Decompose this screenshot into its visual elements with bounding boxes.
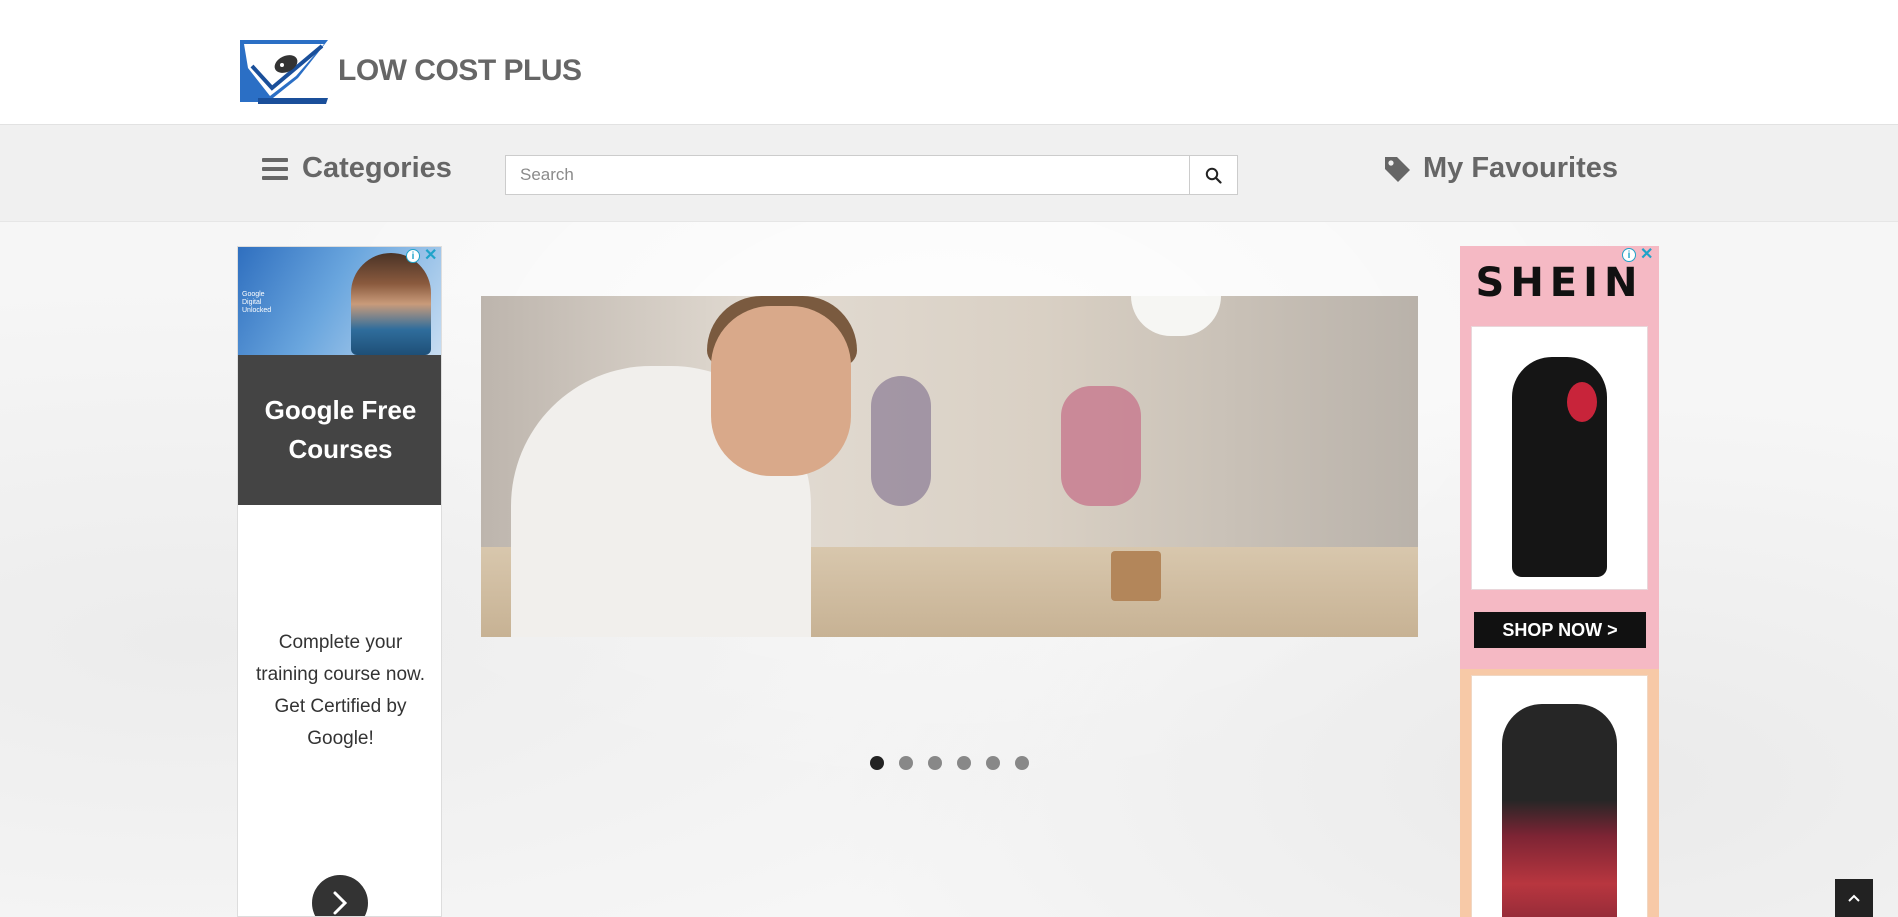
carousel-dot[interactable] [1015,756,1029,770]
carousel-dot[interactable] [957,756,971,770]
carousel-dot[interactable] [986,756,1000,770]
ad-image-caption: Google Digital Unlocked [242,291,272,314]
search-bar [505,155,1238,195]
tag-icon [1385,156,1410,182]
rose-embroidery [1567,382,1597,422]
slide-figure [1061,386,1141,506]
chevron-right-icon [333,891,348,915]
ad-person-image [351,253,431,355]
categories-menu-button[interactable]: Categories [262,152,452,185]
slide-pencil-cup [1111,551,1161,601]
product-image[interactable] [1471,675,1648,917]
adchoices[interactable]: i ✕ [406,248,437,264]
my-favourites-link[interactable]: My Favourites [1383,152,1618,185]
ad-image: Google Digital Unlocked [238,247,441,355]
slide-figure [871,376,931,506]
my-favourites-label: My Favourites [1423,152,1618,184]
carousel-dot[interactable] [870,756,884,770]
hamburger-icon [262,157,288,180]
nav-bar: Categories My Favourites [0,125,1898,222]
shein-ad[interactable]: i ✕ SHEIN SHOP NOW > [1460,246,1659,917]
ad-next-button[interactable] [312,875,368,916]
back-to-top-button[interactable] [1835,879,1873,917]
carousel-dot[interactable] [928,756,942,770]
product-image[interactable] [1471,326,1648,590]
chevron-up-icon [1848,894,1860,902]
hero-carousel-slide[interactable] [481,296,1418,637]
close-icon[interactable]: ✕ [424,248,437,264]
info-icon[interactable]: i [406,249,420,263]
google-courses-ad[interactable]: Google Digital Unlocked i ✕ Google Free … [237,246,442,917]
search-button[interactable] [1189,155,1238,195]
product-panel [1460,669,1659,917]
slide-figure [711,306,851,476]
carousel-dot[interactable] [899,756,913,770]
site-header: LOW COST PLUS [0,0,1898,125]
ad-brand: SHEIN [1475,260,1644,306]
site-logo[interactable]: LOW COST PLUS [238,38,582,104]
ad-title: Google Free Courses [238,355,441,505]
ad-body-text: Complete your training course now. Get C… [256,632,425,749]
categories-label: Categories [302,152,452,184]
search-input[interactable] [505,155,1189,195]
shop-now-button[interactable]: SHOP NOW > [1474,612,1646,648]
carousel-indicators [870,756,1029,770]
logo-icon [240,40,328,104]
logo-text: LOW COST PLUS [338,54,582,87]
search-icon [1205,167,1222,184]
dress-image [1502,704,1617,917]
